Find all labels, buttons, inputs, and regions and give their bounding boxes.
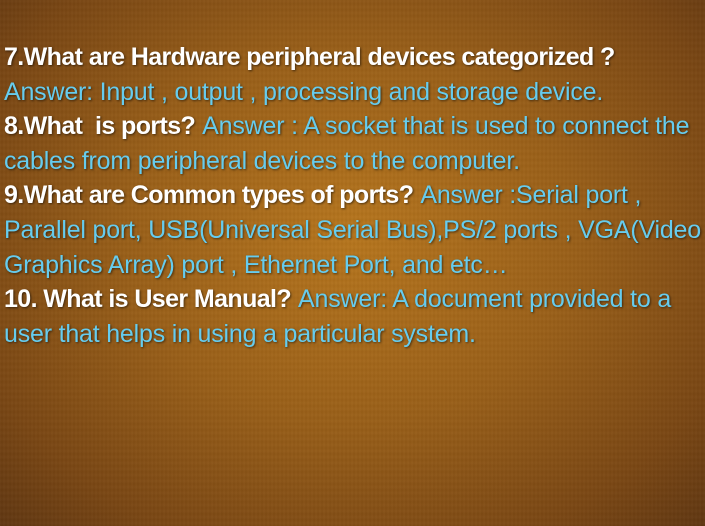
question-10: 10. What is User Manual? [4, 285, 292, 314]
slide-content: 7.What are Hardware peripheral devices c… [4, 40, 702, 351]
answer-7: Answer: Input , output , processing and … [4, 77, 604, 106]
question-7: 7.What are Hardware peripheral devices c… [4, 43, 615, 71]
qa-item-9: 9.What are Common types of ports? Answer… [4, 178, 702, 282]
qa-item-10: 10. What is User Manual? Answer: A docum… [4, 282, 702, 351]
qa-item-7: 7.What are Hardware peripheral devices c… [4, 40, 702, 109]
qa-item-8: 8.What is ports? Answer : A socket that … [4, 109, 702, 178]
question-8: 8.What is ports? [4, 112, 196, 141]
question-9: 9.What are Common types of ports? [4, 181, 414, 210]
